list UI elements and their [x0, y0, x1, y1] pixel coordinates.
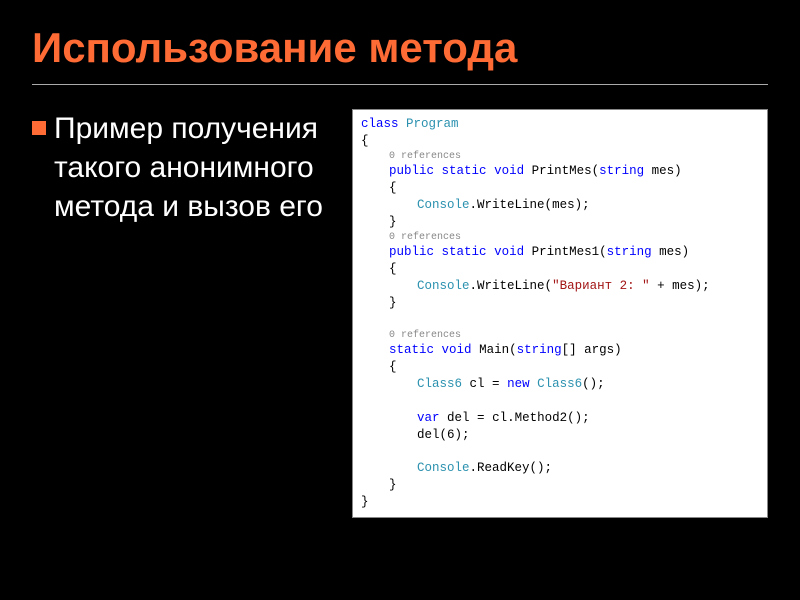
- references-label: 0 references: [361, 231, 759, 245]
- square-bullet-icon: [32, 121, 46, 135]
- code-snippet: class Program { 0 references public stat…: [352, 109, 768, 518]
- references-label: 0 references: [361, 150, 759, 164]
- bullet-text: Пример получения такого анонимного метод…: [54, 109, 332, 226]
- divider: [32, 84, 768, 85]
- slide-title: Использование метода: [32, 24, 768, 72]
- type: Program: [406, 117, 459, 131]
- references-label: 0 references: [361, 329, 759, 343]
- bullet-item: Пример получения такого анонимного метод…: [32, 109, 332, 226]
- slide: Использование метода Пример получения та…: [0, 0, 800, 600]
- keyword: class: [361, 117, 399, 131]
- content-row: Пример получения такого анонимного метод…: [32, 109, 768, 518]
